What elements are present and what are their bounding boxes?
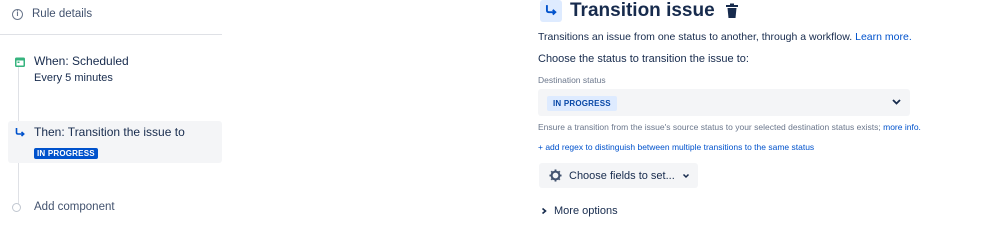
rule-details-link[interactable]: i Rule details	[12, 8, 92, 20]
action-status-wrap: IN PROGRESS	[34, 147, 98, 159]
choose-fields-label: Choose fields to set...	[569, 169, 675, 182]
trigger-title: When: Scheduled	[34, 54, 129, 68]
trash-icon[interactable]	[725, 3, 739, 19]
more-options-toggle[interactable]: More options	[540, 205, 618, 217]
calendar-icon	[15, 57, 25, 67]
action-step-transition[interactable]: Then: Transition the issue to IN PROGRES…	[8, 121, 222, 163]
choose-fields-button[interactable]: Choose fields to set...	[539, 163, 698, 188]
destination-status-select[interactable]: IN PROGRESS	[538, 89, 910, 116]
add-component-label: Add component	[34, 201, 115, 213]
status-lozenge: IN PROGRESS	[547, 96, 617, 111]
rule-details-label: Rule details	[32, 8, 93, 20]
trigger-subtitle: Every 5 minutes	[34, 72, 113, 84]
empty-circle-icon	[12, 202, 21, 212]
chevron-down-icon	[682, 173, 689, 178]
transition-icon	[15, 128, 25, 137]
destination-status-label: Destination status	[538, 75, 606, 85]
add-component-button[interactable]: Add component	[12, 201, 115, 213]
transition-issue-panel: Transition issue Transitions an issue fr…	[538, 0, 993, 238]
action-title: Then: Transition the issue to	[34, 125, 185, 139]
more-options-label: More options	[554, 205, 618, 217]
more-info-link[interactable]: more info.	[883, 122, 921, 132]
description-text: Transitions an issue from one status to …	[538, 31, 853, 43]
transition-icon	[545, 5, 557, 16]
learn-more-link[interactable]: Learn more.	[855, 31, 912, 43]
trigger-step-scheduled[interactable]: When: Scheduled Every 5 minutes	[8, 50, 222, 94]
add-regex-link[interactable]: + add regex to distinguish between multi…	[538, 142, 814, 152]
rule-sidebar: i Rule details When: Scheduled Every 5 m…	[0, 0, 230, 238]
info-icon: i	[12, 8, 23, 20]
page-title: Transition issue	[570, 0, 715, 21]
choose-status-label: Choose the status to transition the issu…	[538, 53, 749, 65]
transition-icon-box	[540, 0, 562, 22]
chevron-down-icon	[892, 99, 901, 105]
description: Transitions an issue from one status to …	[538, 31, 912, 43]
chevron-right-icon	[541, 207, 547, 215]
divider	[0, 34, 222, 35]
status-badge: IN PROGRESS	[34, 148, 98, 159]
panel-header: Transition issue	[540, 0, 739, 22]
transition-hint: Ensure a transition from the issue's sou…	[538, 122, 921, 132]
gear-icon	[549, 169, 562, 182]
hint-text: Ensure a transition from the issue's sou…	[538, 122, 881, 132]
